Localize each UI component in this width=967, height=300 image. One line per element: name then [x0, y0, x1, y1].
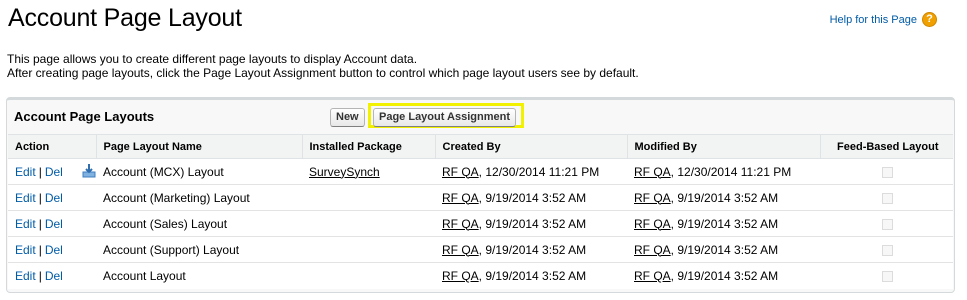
action-cell: Edit | Del: [8, 210, 96, 237]
modified-by-cell: RF QA, 9/19/2014 3:52 AM: [627, 236, 820, 263]
page-title: Account Page Layout: [8, 4, 242, 32]
created-by-cell: RF QA, 9/19/2014 3:52 AM: [435, 210, 627, 237]
feed-based-checkbox: [882, 218, 893, 230]
action-separator: |: [38, 190, 42, 205]
created-by-cell: RF QA, 9/19/2014 3:52 AM: [435, 236, 627, 263]
action-cell: Edit | Del: [8, 236, 96, 263]
created-date: , 9/19/2014 3:52 AM: [478, 190, 587, 205]
action-separator: |: [38, 268, 42, 283]
delete-link[interactable]: Del: [45, 269, 63, 283]
modified-date: , 12/30/2014 11:21 PM: [670, 164, 792, 179]
description-line: This page allows you to create different…: [7, 52, 418, 66]
installed-package-link[interactable]: SurveySynch: [309, 165, 380, 179]
panel-title: Account Page Layouts: [14, 109, 155, 124]
modified-by-cell: RF QA, 9/19/2014 3:52 AM: [627, 184, 820, 211]
created-date: , 9/19/2014 3:52 AM: [478, 268, 587, 283]
modified-by-user-link[interactable]: RF QA: [634, 191, 671, 205]
modified-by-cell: RF QA, 9/19/2014 3:52 AM: [627, 263, 820, 289]
delete-link[interactable]: Del: [45, 191, 63, 205]
created-by-cell: RF QA, 9/19/2014 3:52 AM: [435, 184, 627, 211]
layout-name: Account Layout: [103, 268, 186, 283]
table-row: Edit | Del Account Layout RF QA, 9/19/2014…: [8, 263, 953, 289]
column-header-modified-by: Modified By: [627, 134, 821, 159]
feed-based-checkbox: [882, 271, 893, 283]
table-row: Edit | Del Account (Support) Layout RF QA,…: [8, 236, 953, 263]
created-by-cell: RF QA, 9/19/2014 3:52 AM: [435, 263, 627, 289]
feed-based-cell: [820, 236, 953, 263]
feed-based-checkbox: [882, 192, 893, 204]
table-row: Edit | Del Account (MCX) Layout SurveySync…: [8, 158, 953, 185]
feed-based-cell: [820, 158, 953, 185]
modified-by-user-link[interactable]: RF QA: [634, 217, 671, 231]
modified-by-user-link[interactable]: RF QA: [634, 165, 671, 179]
layout-name: Account (MCX) Layout: [96, 158, 302, 185]
created-by-user-link[interactable]: RF QA: [442, 191, 479, 205]
action-separator: |: [38, 216, 42, 231]
help-link[interactable]: Help for this Page ?: [830, 12, 937, 27]
installed-package-cell: SurveySynch: [302, 158, 435, 185]
modified-date: , 9/19/2014 3:52 AM: [670, 242, 779, 257]
edit-link[interactable]: Edit: [15, 269, 36, 283]
column-header-created-by: Created By: [435, 134, 628, 159]
action-separator: |: [38, 164, 42, 179]
edit-link[interactable]: Edit: [15, 165, 36, 179]
modified-by-user-link[interactable]: RF QA: [634, 243, 671, 257]
column-header-installed-package: Installed Package: [302, 134, 436, 159]
action-separator: |: [38, 242, 42, 257]
edit-link[interactable]: Edit: [15, 217, 36, 231]
feed-based-cell: [820, 184, 953, 211]
created-by-cell: RF QA, 12/30/2014 11:21 PM: [435, 158, 627, 185]
edit-link[interactable]: Edit: [15, 243, 36, 257]
page-description: This page allows you to create different…: [7, 52, 639, 80]
modified-by-user-link[interactable]: RF QA: [634, 269, 671, 283]
action-cell: Edit | Del: [8, 184, 96, 211]
layouts-table: Action Page Layout Name Installed Packag…: [8, 134, 953, 289]
feed-based-checkbox: [882, 166, 893, 178]
created-by-user-link[interactable]: RF QA: [442, 243, 479, 257]
page-layout-assignment-button[interactable]: Page Layout Assignment: [373, 108, 517, 127]
installed-package-cell: [302, 236, 435, 263]
panel-header: Account Page Layouts New Page Layout Ass…: [7, 100, 954, 134]
modified-date: , 9/19/2014 3:52 AM: [670, 268, 779, 283]
layout-name: Account (Sales) Layout: [96, 210, 302, 237]
installed-package-cell: [302, 263, 435, 289]
created-by-user-link[interactable]: RF QA: [442, 217, 479, 231]
package-install-icon: [82, 164, 96, 178]
delete-link[interactable]: Del: [45, 217, 63, 231]
modified-by-cell: RF QA, 9/19/2014 3:52 AM: [627, 210, 820, 237]
modified-date: , 9/19/2014 3:52 AM: [670, 190, 779, 205]
layout-name: Account (Support) Layout: [96, 236, 302, 263]
column-header-feed-based-layout: Feed-Based Layout: [820, 134, 953, 159]
table-row: Edit | Del Account (Marketing) Layout RF Q…: [8, 184, 953, 211]
table-row: Edit | Del Account (Sales) Layout RF QA, 9…: [8, 210, 953, 237]
table-header-row: Action Page Layout Name Installed Packag…: [8, 134, 953, 159]
action-cell: Edit | Del: [8, 158, 96, 185]
layout-name: Account (Marketing) Layout: [96, 184, 302, 211]
created-date: , 12/30/2014 11:21 PM: [478, 164, 600, 179]
created-by-user-link[interactable]: RF QA: [442, 269, 479, 283]
page-layouts-panel: Account Page Layouts New Page Layout Ass…: [6, 97, 955, 293]
feed-based-cell: [820, 210, 953, 237]
feed-based-checkbox: [882, 244, 893, 256]
feed-based-cell: [820, 263, 953, 289]
column-header-action: Action: [8, 134, 97, 159]
installed-package-cell: [302, 184, 435, 211]
help-link-label: Help for this Page: [829, 13, 917, 26]
modified-by-cell: RF QA, 12/30/2014 11:21 PM: [627, 158, 820, 185]
created-date: , 9/19/2014 3:52 AM: [478, 216, 587, 231]
description-line: After creating page layouts, click the P…: [7, 66, 639, 80]
modified-date: , 9/19/2014 3:52 AM: [670, 216, 779, 231]
created-by-user-link[interactable]: RF QA: [442, 165, 479, 179]
delete-link[interactable]: Del: [45, 243, 63, 257]
new-button[interactable]: New: [330, 108, 365, 127]
action-cell: Edit | Del: [8, 263, 96, 289]
question-icon: ?: [922, 12, 937, 27]
delete-link[interactable]: Del: [45, 165, 63, 179]
edit-link[interactable]: Edit: [15, 191, 36, 205]
installed-package-cell: [302, 210, 435, 237]
column-header-layout-name: Page Layout Name: [96, 134, 303, 159]
created-date: , 9/19/2014 3:52 AM: [478, 242, 587, 257]
